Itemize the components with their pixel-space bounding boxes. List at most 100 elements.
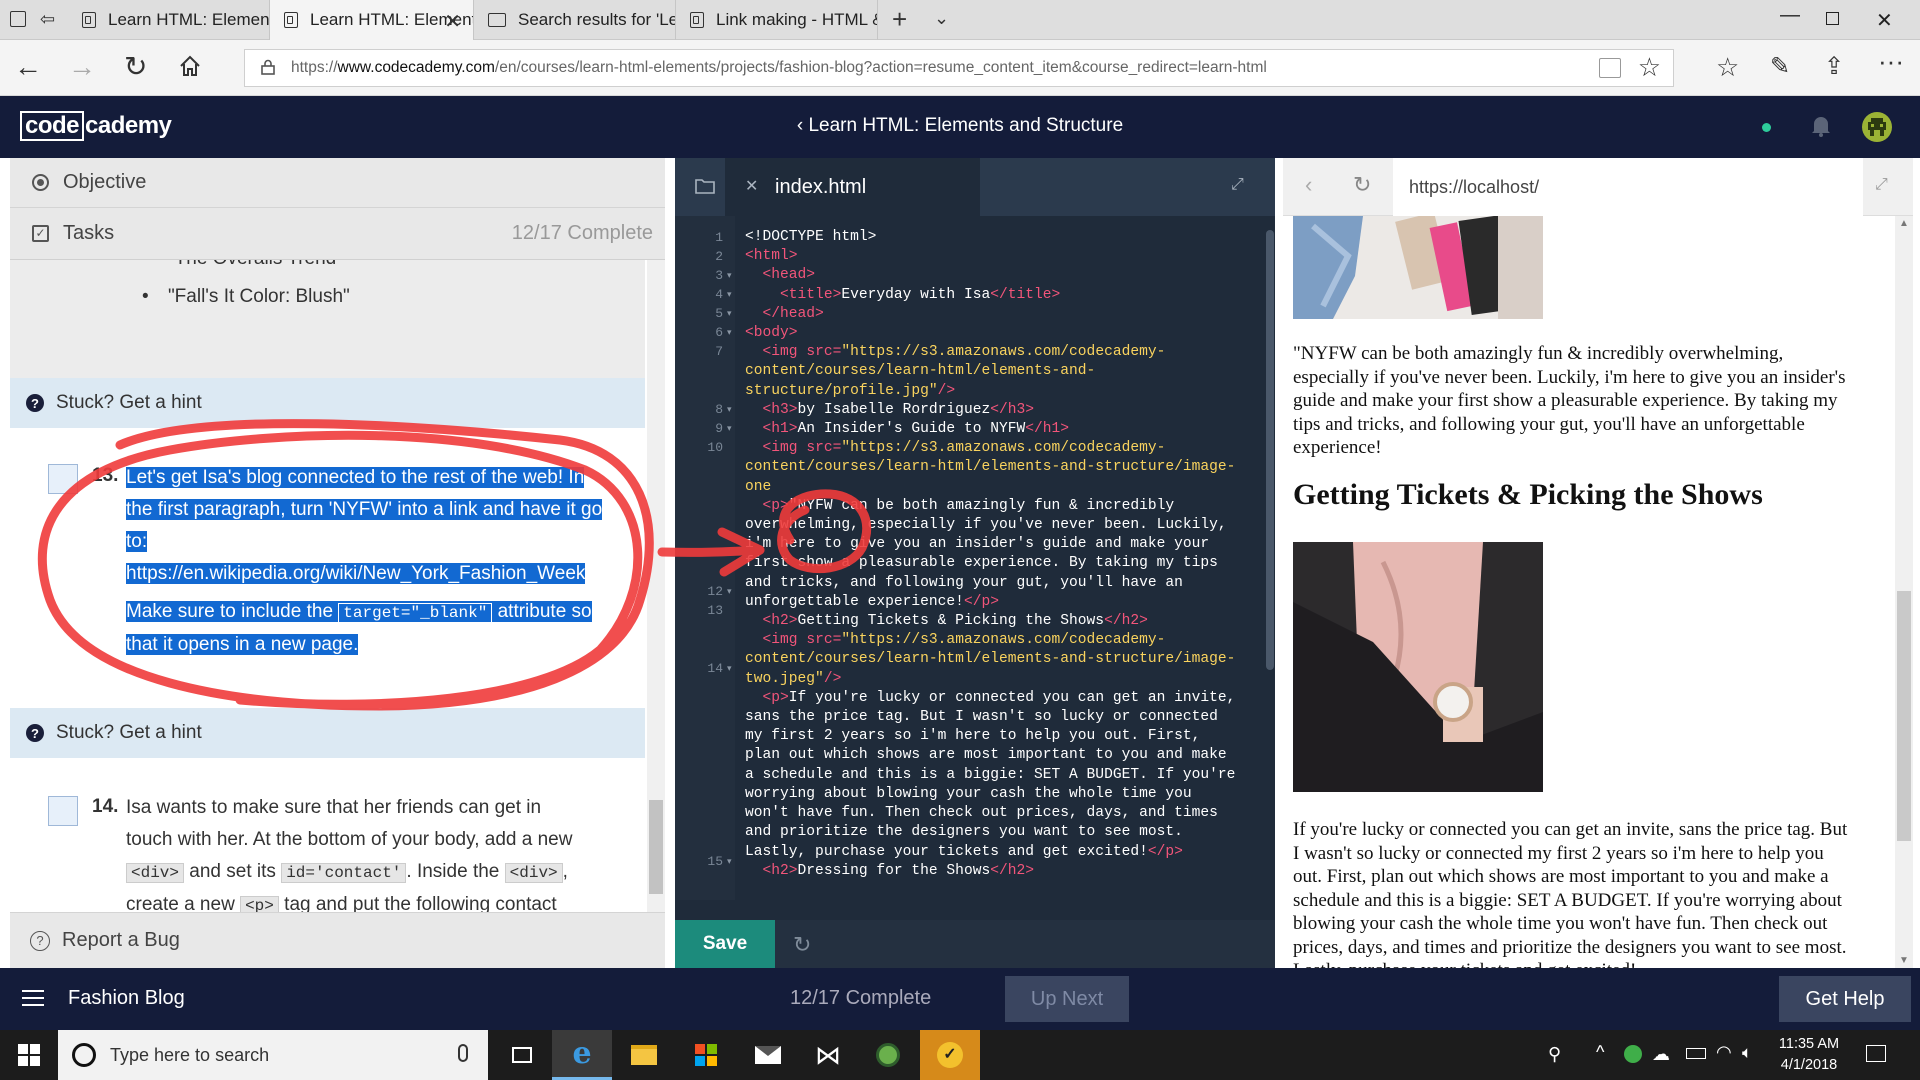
save-button[interactable]: Save <box>675 920 775 968</box>
url-field[interactable]: https://www.codecademy.com/en/courses/le… <box>244 49 1674 87</box>
home-icon[interactable] <box>178 54 202 84</box>
url-path: /en/courses/learn-html-elements/projects… <box>494 59 1267 76</box>
wikipedia-link-text: https://en.wikipedia.org/wiki/New_York_F… <box>126 563 586 584</box>
tab-title: Learn HTML: Elements and S <box>108 10 270 29</box>
line-number: 6 <box>715 325 723 340</box>
system-clock[interactable]: 11:35 AM 4/1/2018 <box>1768 1034 1850 1076</box>
editor-scrollbar[interactable] <box>1266 230 1274 670</box>
preview-back-icon[interactable]: ‹ <box>1305 172 1312 198</box>
cortana-icon <box>72 1043 96 1067</box>
question-icon: ? <box>26 394 44 412</box>
forward-arrow-icon[interactable]: → <box>68 52 96 82</box>
maximize-icon[interactable] <box>1826 12 1839 25</box>
objective-section[interactable]: Objective <box>10 158 665 208</box>
mail-icon[interactable] <box>738 1030 798 1080</box>
scroll-up-arrow-icon[interactable]: ▲ <box>1899 218 1909 229</box>
avatar[interactable] <box>1862 112 1892 142</box>
windows-start-icon[interactable] <box>18 1044 40 1066</box>
visual-studio-icon[interactable]: ⋈ <box>798 1030 858 1080</box>
edge-browser-icon[interactable]: e <box>552 1030 612 1080</box>
code-line: <img src="https://s3.amazonaws.com/codec… <box>762 440 1166 457</box>
favorite-star-icon[interactable]: ☆ <box>1638 52 1661 83</box>
tasks-label: Tasks <box>63 222 115 244</box>
hint-bar[interactable]: ? Stuck? Get a hint <box>10 708 645 758</box>
fold-arrow-icon: ▾ <box>727 856 732 866</box>
hint-label: Stuck? Get a hint <box>56 722 202 743</box>
people-icon[interactable]: ⚲ <box>1548 1044 1561 1065</box>
report-bug-button[interactable]: ? Report a Bug <box>10 912 665 968</box>
new-tab-icon[interactable]: + <box>892 4 907 35</box>
taskbar-search-box[interactable]: Type here to search <box>58 1030 488 1080</box>
wifi-icon[interactable]: ◠ <box>1716 1042 1732 1063</box>
task-14-checkbox[interactable] <box>48 796 78 826</box>
android-studio-icon[interactable] <box>858 1030 918 1080</box>
norton-icon[interactable]: ✓ <box>920 1030 980 1080</box>
page-icon <box>488 13 506 27</box>
line-number: 3 <box>715 268 723 283</box>
task-14-number: 14. <box>92 796 119 817</box>
code-content[interactable]: <!DOCTYPE html> <html> <head> <title>Eve… <box>745 228 1255 900</box>
file-explorer-icon[interactable] <box>614 1030 674 1080</box>
scroll-down-arrow-icon[interactable]: ▼ <box>1899 955 1909 966</box>
scrollbar-thumb[interactable] <box>1897 591 1911 841</box>
menu-icon[interactable] <box>22 990 44 1011</box>
browser-tab-2[interactable]: Learn HTML: Elements a ✕ <box>270 0 474 40</box>
checkbox-icon: ✓ <box>32 225 49 242</box>
onedrive-cloud-icon[interactable]: ☁ <box>1652 1044 1670 1065</box>
preview-scrollbar[interactable]: ▲ ▼ <box>1895 216 1913 968</box>
reading-view-icon[interactable] <box>1599 58 1621 78</box>
task-13-checkbox[interactable] <box>48 464 78 494</box>
codecademy-header: code cademy ‹ Learn HTML: Elements and St… <box>0 96 1920 158</box>
set-aside-tabs-icon[interactable]: ⇦ <box>40 9 55 30</box>
bell-icon[interactable] <box>1810 114 1832 143</box>
expand-editor-icon[interactable]: ⤢ <box>1231 176 1244 194</box>
up-next-button[interactable]: Up Next <box>1005 976 1129 1022</box>
tab-manager-icon[interactable] <box>10 11 26 27</box>
hint-bar[interactable]: ? Stuck? Get a hint <box>10 378 645 428</box>
code-line: <head> <box>762 267 816 284</box>
preview-url[interactable]: https://localhost/ <box>1393 158 1863 216</box>
line-number: 10 <box>707 440 723 455</box>
close-tab-icon[interactable]: ✕ <box>444 9 461 34</box>
browser-tab-4[interactable]: Link making - HTML & CSS <box>676 0 878 40</box>
battery-icon[interactable] <box>1686 1048 1706 1059</box>
file-tab-index-html[interactable]: ✕ index.html <box>725 158 980 216</box>
microphone-icon[interactable] <box>458 1044 468 1062</box>
scrollbar-thumb[interactable] <box>649 800 663 894</box>
preview-refresh-icon[interactable]: ↻ <box>1353 172 1371 198</box>
tasks-section[interactable]: ✓ Tasks 12/17 Complete <box>10 208 665 260</box>
code-editor: ✕ index.html ⤢ 1 2 3 ▾ 4 ▾ 5 ▾ 6 ▾ 7 8 ▾… <box>675 158 1275 968</box>
defender-icon[interactable] <box>1624 1045 1642 1063</box>
task-view-icon[interactable] <box>492 1030 552 1080</box>
task-14-instructions: Isa wants to make sure that her friends … <box>126 792 631 912</box>
preview-paragraph-2: If you're lucky or connected you can get… <box>1293 819 1848 968</box>
tasks-scroll-area[interactable]: • "The Overalls Trend" • "Fall's It Colo… <box>10 260 665 912</box>
code-snippet: id='contact' <box>281 863 407 883</box>
address-bar: ← → ↻ https://www.codecademy.com/en/cour… <box>0 40 1920 96</box>
minimize-icon[interactable]: — <box>1780 4 1800 27</box>
back-arrow-icon[interactable]: ← <box>14 52 42 82</box>
expand-preview-icon[interactable]: ⤢ <box>1875 176 1888 194</box>
tab-preview-chevron-icon[interactable]: ⌄ <box>934 8 949 29</box>
line-number: 15 <box>707 854 723 869</box>
share-icon[interactable]: ⇪ <box>1824 52 1844 82</box>
course-title-link[interactable]: ‹ Learn HTML: Elements and Structure <box>0 115 1920 137</box>
task-13-number: 13. <box>92 465 119 486</box>
reset-icon[interactable]: ↻ <box>793 932 811 958</box>
store-icon[interactable] <box>676 1030 736 1080</box>
line-number: 1 <box>715 230 723 245</box>
refresh-icon[interactable]: ↻ <box>124 52 147 82</box>
close-file-icon[interactable]: ✕ <box>745 176 758 196</box>
action-center-icon[interactable] <box>1866 1045 1886 1062</box>
favorites-hub-icon[interactable]: ☆ <box>1716 52 1739 82</box>
more-menu-icon[interactable]: ··· <box>1878 46 1904 76</box>
volume-icon[interactable]: 🔈︎ <box>1742 1043 1752 1063</box>
show-hidden-icons-chevron[interactable]: ^ <box>1596 1042 1604 1063</box>
browser-tab-1[interactable]: Learn HTML: Elements and S <box>68 0 270 40</box>
browser-tab-3[interactable]: Search results for 'Learn HT <box>474 0 676 40</box>
close-window-icon[interactable]: ✕ <box>1876 8 1893 33</box>
instructions-scrollbar[interactable] <box>647 260 665 912</box>
folder-icon[interactable] <box>695 178 715 199</box>
get-help-button[interactable]: Get Help <box>1779 976 1911 1022</box>
web-note-pen-icon[interactable]: ✎ <box>1770 52 1790 82</box>
